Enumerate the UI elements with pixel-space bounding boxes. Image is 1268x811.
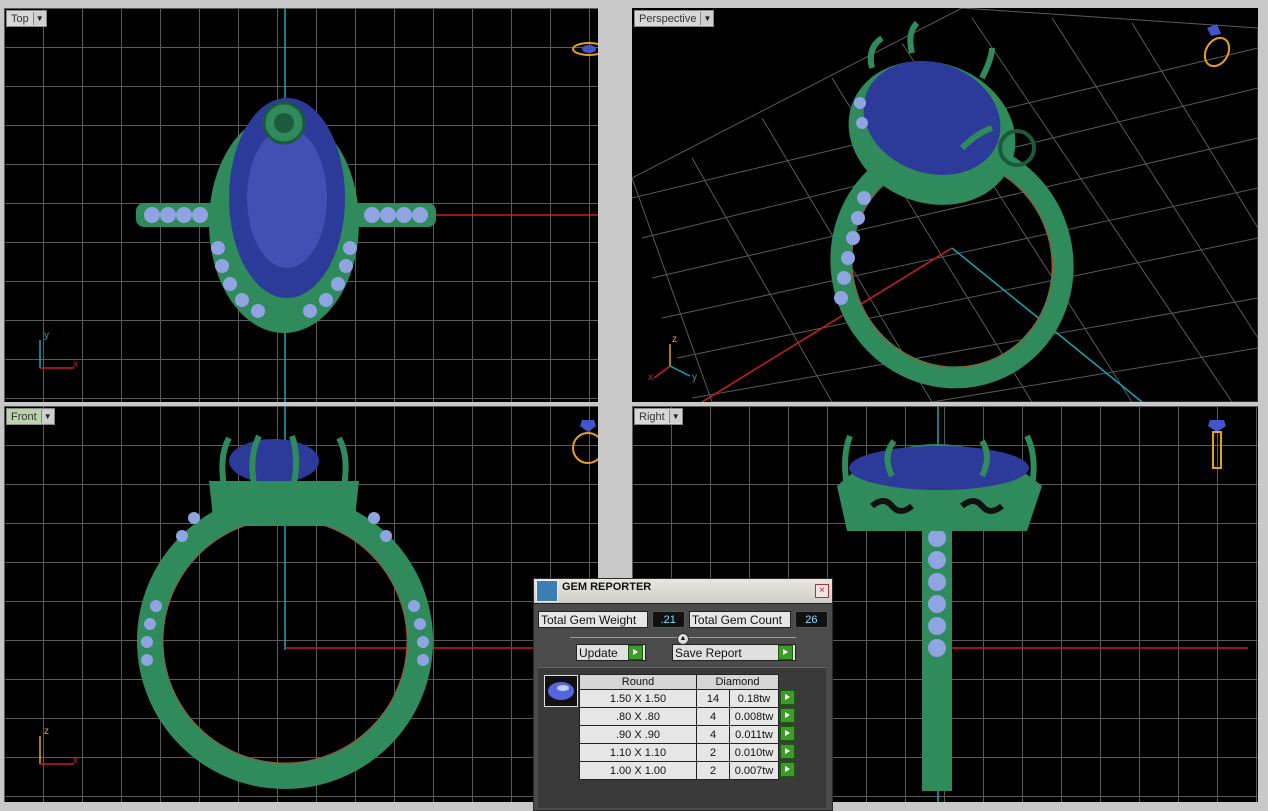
round-gem-icon: [544, 675, 578, 707]
play-icon[interactable]: [780, 707, 795, 723]
gem-size: 1.00 X 1.00: [579, 761, 697, 780]
axis-label-x: x: [648, 372, 653, 383]
save-report-label: Save Report: [675, 645, 742, 660]
material-header: Diamond: [696, 674, 779, 690]
front-scene: [137, 406, 598, 789]
gem-reporter-dialog[interactable]: GEM REPORTER × Total Gem Weight .21 Tota…: [533, 578, 833, 811]
separator: ▲: [570, 633, 796, 645]
total-gem-weight-value: .21: [651, 611, 685, 628]
total-gem-weight-label: Total Gem Weight: [538, 611, 648, 628]
axis-triad-icon: [39, 340, 74, 369]
gem-size: 1.50 X 1.50: [579, 689, 697, 708]
ring-icon: [1208, 420, 1226, 469]
total-gem-count-value: 26: [794, 611, 828, 628]
gem-count: 2: [696, 761, 730, 780]
viewport-title: Right: [639, 410, 665, 423]
viewport-title: Perspective: [639, 12, 697, 25]
gem-weight: 0.18tw: [729, 689, 779, 708]
head-front: [209, 481, 359, 526]
play-icon[interactable]: [780, 689, 795, 705]
viewport-perspective[interactable]: Perspective ▼ z y x: [632, 8, 1258, 402]
close-icon[interactable]: ×: [815, 584, 829, 598]
total-gem-count-label: Total Gem Count: [688, 611, 791, 628]
ring-icon: [572, 42, 598, 56]
save-report-button[interactable]: Save Report: [672, 644, 796, 661]
gem-reporter-icon: [536, 580, 558, 602]
table-row: .80 X .80 4 0.008tw: [579, 707, 796, 726]
dialog-title: GEM REPORTER: [562, 581, 652, 593]
viewport-title: Front: [11, 410, 37, 423]
axis-label-y: y: [44, 330, 49, 341]
viewport-front[interactable]: Front ▼ z x: [4, 406, 598, 802]
gem-weight: 0.011tw: [729, 725, 779, 744]
axis-label-z: z: [44, 726, 49, 737]
viewport-label-front[interactable]: Front ▼: [6, 408, 55, 425]
dialog-titlebar[interactable]: GEM REPORTER ×: [534, 579, 832, 604]
gem-count: 14: [696, 689, 730, 708]
gem-count: 4: [696, 707, 730, 726]
table-row: .90 X .90 4 0.011tw: [579, 725, 796, 744]
perspective-scene: [632, 8, 1258, 402]
gem-right: [849, 446, 1029, 490]
gem-table: Round Diamond 1.50 X 1.50 14 0.18tw .80 …: [579, 674, 796, 780]
top-scene: [136, 8, 598, 402]
table-row: 1.50 X 1.50 14 0.18tw: [579, 689, 796, 708]
gem-size: 1.10 X 1.10: [579, 743, 697, 762]
viewport-label-right[interactable]: Right ▼: [634, 408, 683, 425]
viewport-label-perspective[interactable]: Perspective ▼: [634, 10, 715, 27]
chevron-down-icon[interactable]: ▼: [668, 410, 682, 423]
gem-count: 4: [696, 725, 730, 744]
table-row: 1.00 X 1.00 2 0.007tw: [579, 761, 796, 780]
chevron-down-icon[interactable]: ▼: [32, 12, 46, 25]
gem-weight: 0.010tw: [729, 743, 779, 762]
gem-weight: 0.008tw: [729, 707, 779, 726]
play-icon[interactable]: [780, 725, 795, 741]
play-icon: [628, 645, 643, 660]
gem-front: [229, 439, 319, 483]
play-icon[interactable]: [780, 743, 795, 759]
axis-label-x: x: [73, 755, 78, 766]
chevron-up-icon[interactable]: ▲: [677, 633, 689, 645]
update-label: Update: [579, 645, 618, 660]
gem-table-panel: Round Diamond 1.50 X 1.50 14 0.18tw .80 …: [538, 667, 826, 808]
ring-icon: [1203, 24, 1231, 68]
ring-icon: [572, 420, 598, 464]
play-icon[interactable]: [780, 761, 796, 777]
axis-label-y: y: [692, 372, 697, 383]
play-icon: [778, 645, 793, 660]
gem-size: .80 X .80: [579, 707, 697, 726]
chevron-down-icon[interactable]: ▼: [40, 410, 54, 423]
viewport-label-top[interactable]: Top ▼: [6, 10, 47, 27]
axis-label-z: z: [672, 334, 677, 345]
viewport-title: Top: [11, 12, 29, 25]
axis-label-x: x: [73, 359, 78, 370]
viewport-top[interactable]: Top ▼ y x: [4, 8, 598, 402]
update-button[interactable]: Update: [576, 644, 646, 661]
chevron-down-icon[interactable]: ▼: [700, 12, 714, 25]
gem-count: 2: [696, 743, 730, 762]
gem-size: .90 X .90: [579, 725, 697, 744]
shape-header: Round: [579, 674, 697, 690]
axis-triad-icon: [39, 736, 74, 765]
gem-weight: 0.007tw: [729, 761, 779, 780]
table-row: 1.10 X 1.10 2 0.010tw: [579, 743, 796, 762]
